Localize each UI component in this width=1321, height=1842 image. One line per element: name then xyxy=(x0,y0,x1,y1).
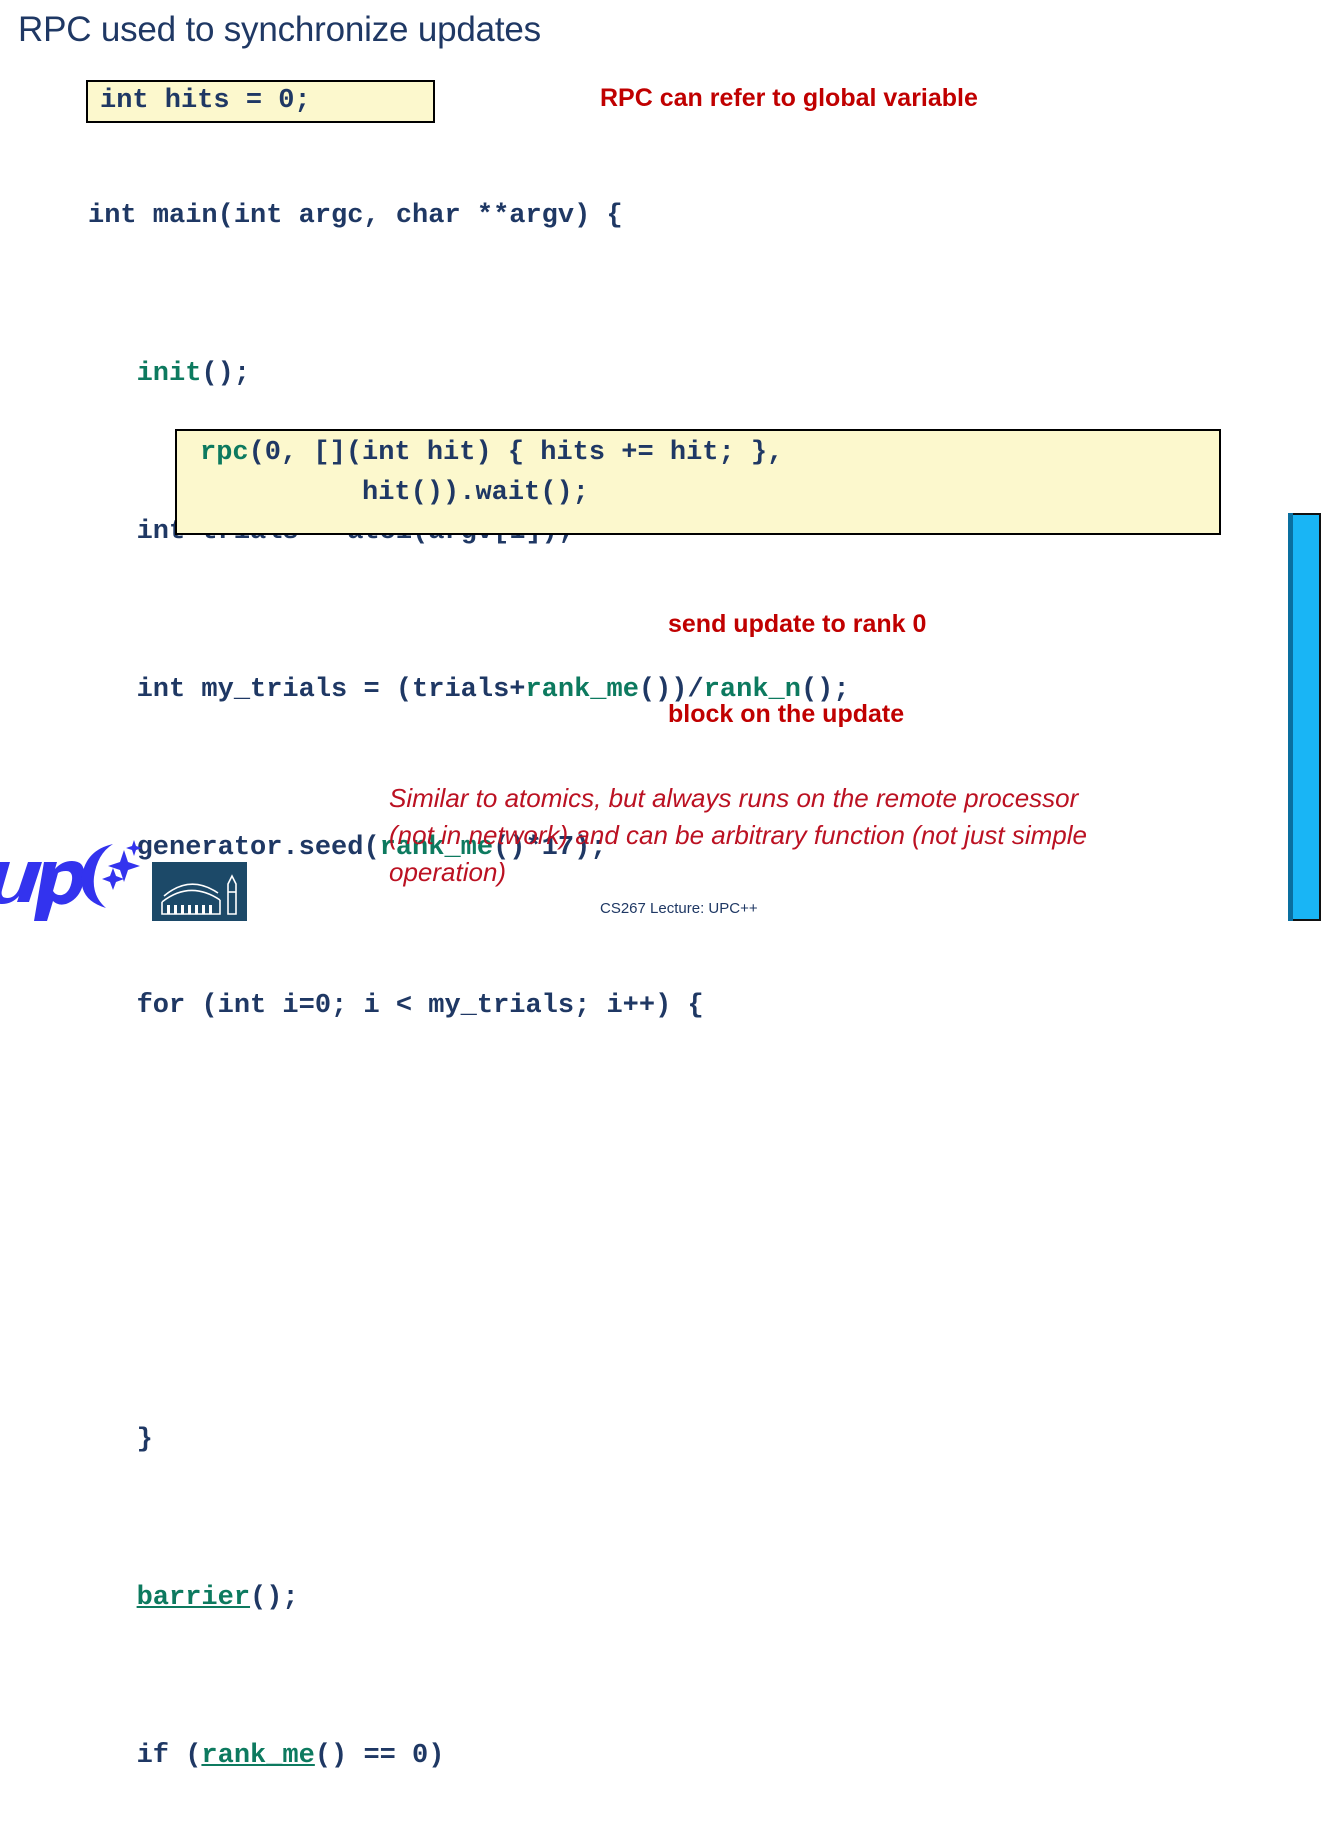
page-title: RPC used to synchronize updates xyxy=(18,10,541,49)
right-edge-cyan-bar-shadow xyxy=(1288,513,1293,921)
upcxx-keyword-rank-me: rank_me xyxy=(525,674,639,705)
upcxx-keyword-init: init xyxy=(136,358,202,389)
code-line-for: for (int i=0; i < my_trials; i++) { xyxy=(88,990,704,1021)
annotation-send-update-line1: send update to rank 0 xyxy=(668,610,927,638)
annotation-send-update-line2: block on the update xyxy=(668,700,905,728)
footer-lecture-label: CS267 Lecture: UPC++ xyxy=(600,900,758,917)
code-line-if-rank: if (rank_me() == 0) xyxy=(88,1741,445,1771)
code-block: int main(int argc, char **argv) { init()… xyxy=(88,78,914,1842)
code-line-barrier: barrier(); xyxy=(136,1583,299,1613)
code-line-main: int main(int argc, char **argv) { xyxy=(88,200,623,231)
upcxx-keyword-barrier: barrier xyxy=(136,1583,251,1613)
berkeley-lab-logo xyxy=(152,862,247,921)
code-line-rpc-placeholder xyxy=(88,1145,914,1185)
code-line-init: init(); xyxy=(136,358,251,389)
annotation-italic-note: Similar to atomics, but always runs on t… xyxy=(389,783,1088,887)
code-rpc-call: rpc(0, [](int hit) { hits += hit; }, hit… xyxy=(200,434,783,513)
annotation-global-variable: RPC can refer to global variable xyxy=(600,84,978,112)
code-line-close-for: } xyxy=(88,1425,153,1455)
code-line-rpc-placeholder-2 xyxy=(88,1263,914,1303)
upcxx-logo xyxy=(0,840,142,921)
code-hits-declaration: int hits = 0; xyxy=(100,86,311,116)
annotation-send-update: send update to rank 0 block on the updat… xyxy=(668,549,926,759)
upcxx-keyword-rank-me: rank_me xyxy=(201,1741,315,1771)
upcxx-keyword-rpc: rpc xyxy=(200,438,249,468)
code-rpc-remainder: (0, [](int hit) { hits += hit; }, hit())… xyxy=(248,438,784,508)
